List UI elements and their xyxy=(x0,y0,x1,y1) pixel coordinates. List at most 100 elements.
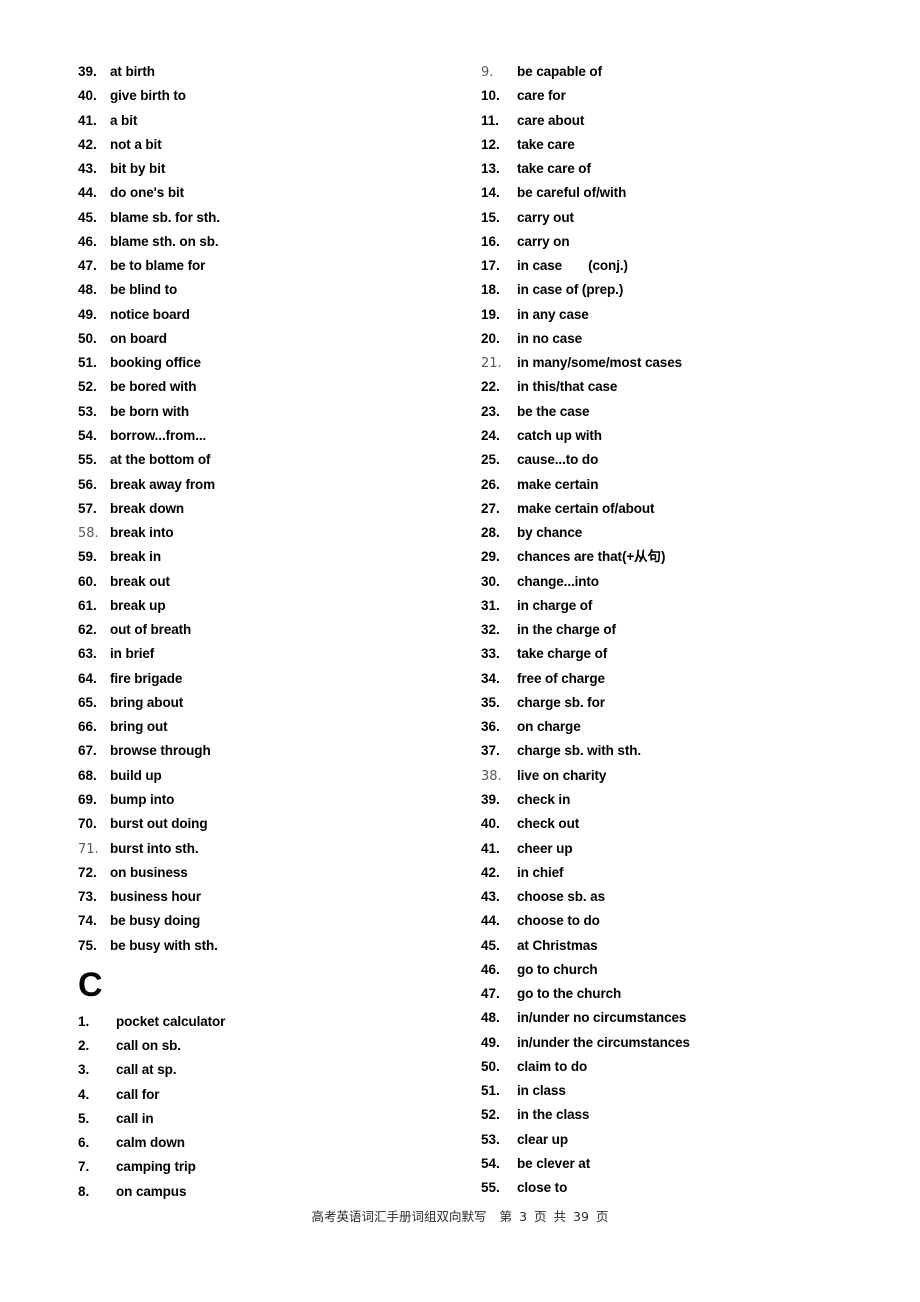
list-item-number: 55. xyxy=(78,452,97,468)
section-heading-c: C xyxy=(78,965,103,1004)
list-item-text: care for xyxy=(517,88,566,104)
list-item-text: live on charity xyxy=(517,767,607,783)
list-item-number: 41. xyxy=(481,840,500,856)
list-item: 41. a bit xyxy=(78,109,468,133)
list-item-text: in charge of xyxy=(517,597,593,613)
list-item-number: 22. xyxy=(481,379,500,395)
list-item-text: out of breath xyxy=(110,622,192,638)
list-item-text: notice board xyxy=(110,306,190,322)
list-item-text: charge sb. with sth. xyxy=(517,743,642,759)
list-item-number: 44. xyxy=(481,913,500,929)
list-item: 54. be clever at xyxy=(481,1152,881,1176)
list-item-number: 40. xyxy=(481,816,500,832)
list-item-text: cheer up xyxy=(517,840,573,856)
list-item-number: 5. xyxy=(78,1110,90,1126)
list-item-number: 39. xyxy=(78,64,97,79)
list-item: 29. chances are that(+从句) xyxy=(481,545,881,569)
list-item-text: check in xyxy=(517,791,571,807)
list-item-number: 18. xyxy=(481,282,500,298)
list-item-text: in the charge of xyxy=(517,622,616,638)
list-item-number: 63. xyxy=(78,646,97,662)
list-item: 23. be the case xyxy=(481,400,881,424)
list-item: 47. be to blame for xyxy=(78,254,468,278)
list-item-number: 10. xyxy=(481,88,500,104)
list-item: 58. break into xyxy=(78,521,468,545)
list-item-number: 54. xyxy=(78,427,97,443)
list-item-text: claim to do xyxy=(517,1058,588,1074)
list-item-text: in no case xyxy=(517,330,583,346)
list-item: 53. be born with xyxy=(78,400,468,424)
list-item: 5. call in xyxy=(78,1107,468,1131)
list-item: 15. carry out xyxy=(481,206,881,230)
list-item: 37. charge sb. with sth. xyxy=(481,739,881,763)
list-item-number: 49. xyxy=(481,1034,500,1050)
list-item-text: do one's bit xyxy=(110,185,185,201)
list-item: 20. in no case xyxy=(481,327,881,351)
list-item: 10. care for xyxy=(481,84,881,108)
list-item-text: call at sp. xyxy=(116,1062,177,1078)
list-item: 74. be busy doing xyxy=(78,909,468,933)
list-item: 26. make certain xyxy=(481,473,881,497)
list-item-number: 75. xyxy=(78,937,97,953)
list-item: 49. in/under the circumstances xyxy=(481,1031,881,1055)
list-item: 51. booking office xyxy=(78,351,468,375)
list-item-text: break away from xyxy=(110,476,216,492)
list-item-number: 50. xyxy=(481,1058,500,1074)
left-vocabulary-list: 39. at birth 40. give birth to 41. a bit 42. no… xyxy=(78,60,468,958)
list-item-text: close to xyxy=(517,1180,568,1196)
list-item-number: 65. xyxy=(78,694,97,710)
list-item-number: 30. xyxy=(481,573,500,589)
list-item: 47. go to the church xyxy=(481,982,881,1006)
list-item-number: 26. xyxy=(481,476,500,492)
list-item-number: 35. xyxy=(481,694,500,710)
list-item-text: break into xyxy=(110,525,174,541)
list-item: 28. by chance xyxy=(481,521,881,545)
list-item: 66. bring out xyxy=(78,715,468,739)
list-item: 1. pocket calculator xyxy=(78,1010,468,1034)
list-item-number: 45. xyxy=(481,937,500,953)
list-item: 50. claim to do xyxy=(481,1055,881,1079)
list-item-text: burst out doing xyxy=(110,816,208,832)
list-item: 52. be bored with xyxy=(78,375,468,399)
list-item-number: 9. xyxy=(481,65,494,80)
list-item-number: 12. xyxy=(481,136,500,152)
list-item-text: build up xyxy=(110,767,162,783)
footer-page-prefix: 第 xyxy=(499,1209,513,1224)
footer-title: 高考英语词汇手册词组双向默写 xyxy=(311,1209,487,1224)
list-item: 55. at the bottom of xyxy=(78,448,468,472)
list-item-number: 72. xyxy=(78,864,97,880)
list-item-number: 24. xyxy=(481,427,500,443)
list-item: 40. give birth to xyxy=(78,84,468,108)
list-item: 60. break out xyxy=(78,570,468,594)
right-column: 9. be capable of 10. care for 11. care about 1… xyxy=(481,60,881,1200)
list-item: 19. in any case xyxy=(481,303,881,327)
list-item: 7. camping trip xyxy=(78,1155,468,1179)
list-item-number: 46. xyxy=(481,961,500,977)
list-item-number: 52. xyxy=(78,379,97,395)
list-item-text: be born with xyxy=(110,403,190,419)
list-item-number: 73. xyxy=(78,889,97,905)
list-item-text: in any case xyxy=(517,306,589,322)
list-item: 41. cheer up xyxy=(481,837,881,861)
list-item-number: 27. xyxy=(481,500,500,516)
list-item: 33. take charge of xyxy=(481,642,881,666)
list-item: 56. break away from xyxy=(78,473,468,497)
list-item-number: 8. xyxy=(78,1183,90,1199)
list-item-number: 14. xyxy=(481,185,500,201)
list-item-text: bring about xyxy=(110,694,184,710)
list-item: 8. on campus xyxy=(78,1180,468,1204)
list-item-number: 1. xyxy=(78,1013,90,1029)
list-item-text: on business xyxy=(110,864,188,880)
list-item-text: take care of xyxy=(517,161,591,177)
page-footer: 高考英语词汇手册词组双向默写第 3 页共 39 页 xyxy=(0,1206,920,1225)
list-item-text: change...into xyxy=(517,573,599,589)
list-item-text: business hour xyxy=(110,889,201,905)
list-item: 24. catch up with xyxy=(481,424,881,448)
list-item-text: in/under the circumstances xyxy=(517,1034,690,1050)
list-item-number: 25. xyxy=(481,452,500,468)
list-item-text: carry on xyxy=(517,233,570,249)
list-item-text: not a bit xyxy=(110,136,162,152)
list-item: 32. in the charge of xyxy=(481,618,881,642)
list-item-number: 52. xyxy=(481,1107,500,1123)
list-item: 61. break up xyxy=(78,594,468,618)
